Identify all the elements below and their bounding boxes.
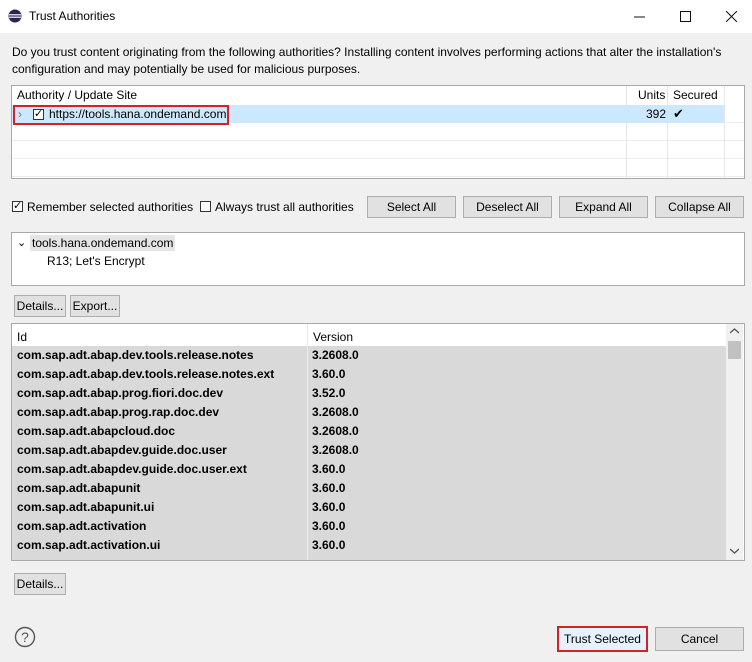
check-icon: ✓ [13, 200, 23, 212]
export-button[interactable]: Export... [70, 295, 120, 317]
units-list: com.sap.adt.abap.dev.tools.release.notes… [12, 346, 726, 560]
eclipse-icon [8, 9, 22, 23]
help-icon[interactable]: ? [14, 626, 36, 648]
scroll-up-icon[interactable] [730, 328, 739, 334]
close-button[interactable] [708, 0, 752, 32]
cancel-button[interactable]: Cancel [655, 627, 744, 651]
intro-text: Do you trust content originating from th… [12, 45, 722, 76]
column-header-version[interactable]: Version [313, 328, 353, 346]
tree-child[interactable]: R13; Let's Encrypt [47, 254, 145, 268]
authority-table: Authority / Update Site Units Secured › … [11, 85, 745, 179]
column-header-secured[interactable]: Secured [673, 86, 718, 104]
expand-all-button[interactable]: Expand All [559, 196, 648, 218]
svg-text:?: ? [21, 629, 29, 645]
always-trust-checkbox[interactable] [200, 201, 211, 212]
maximize-icon [679, 10, 691, 22]
collapse-all-button[interactable]: Collapse All [655, 196, 744, 218]
secured-checkmark-icon: ✔ [673, 106, 684, 121]
remember-label[interactable]: Remember selected authorities [27, 200, 193, 214]
column-header-id[interactable]: Id [17, 328, 27, 346]
close-icon [725, 10, 737, 22]
tree-root[interactable]: tools.hana.ondemand.com [30, 235, 176, 251]
column-header-site[interactable]: Authority / Update Site [17, 86, 137, 104]
window-title: Trust Authorities [29, 9, 116, 23]
chevron-down-icon[interactable]: ⌄ [17, 236, 26, 249]
always-trust-label[interactable]: Always trust all authorities [215, 200, 354, 214]
vertical-scrollbar[interactable] [726, 324, 743, 560]
title-bar: Trust Authorities [0, 0, 752, 34]
maximize-button[interactable] [662, 0, 708, 32]
cert-details-button[interactable]: Details... [14, 295, 66, 317]
remember-checkbox[interactable]: ✓ [12, 201, 23, 212]
scroll-down-icon[interactable] [730, 548, 739, 554]
column-header-units[interactable]: Units [638, 86, 665, 104]
select-all-button[interactable]: Select All [367, 196, 456, 218]
certificate-tree: ⌄ tools.hana.ondemand.com R13; Let's Enc… [11, 232, 745, 286]
unit-details-button[interactable]: Details... [14, 573, 66, 595]
minimize-icon [633, 16, 645, 17]
highlight-box [13, 105, 229, 125]
minimize-button[interactable] [616, 0, 662, 32]
deselect-all-button[interactable]: Deselect All [463, 196, 552, 218]
highlight-box [557, 626, 648, 652]
scrollbar-thumb[interactable] [728, 341, 741, 359]
units-table: Id Version com.sap.adt.abap.dev.tools.re… [11, 323, 745, 561]
units-value: 392 [646, 107, 667, 121]
